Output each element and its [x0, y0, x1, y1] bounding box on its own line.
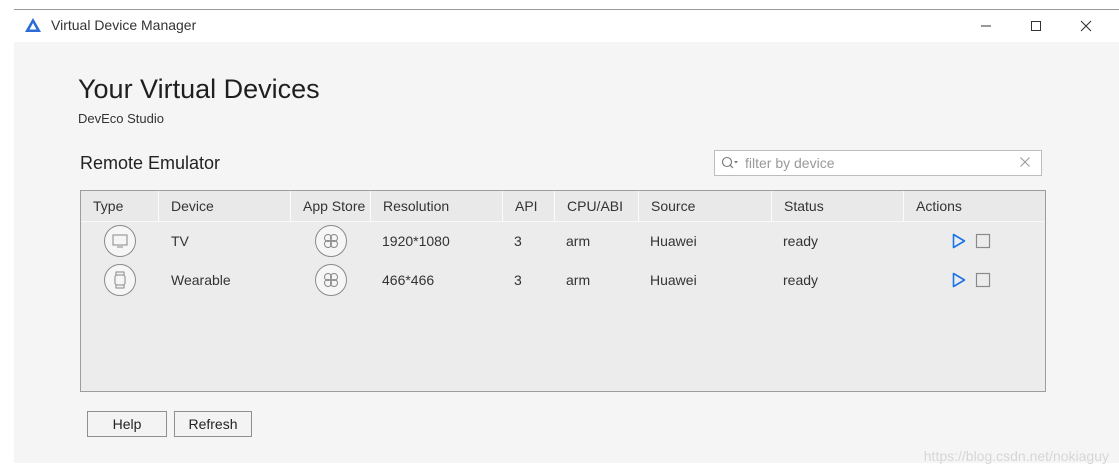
resolution: 1920*1080 — [382, 233, 450, 249]
status: ready — [783, 233, 819, 249]
device-name: Wearable — [171, 272, 231, 288]
device-table: Type Device App Store Resolution API CPU… — [80, 190, 1046, 392]
watch-icon — [114, 271, 126, 289]
minimize-icon — [981, 25, 991, 27]
column-header-resolution[interactable]: Resolution — [371, 191, 503, 221]
clear-filter-icon[interactable] — [1019, 156, 1031, 168]
device-type-badge — [104, 225, 136, 257]
cpu-abi: arm — [566, 272, 591, 288]
play-icon[interactable] — [952, 233, 966, 249]
column-header-type[interactable]: Type — [81, 191, 159, 221]
table-row[interactable]: Wearable 466*466 3 arm Huawei ready — [81, 261, 1045, 300]
minimize-button[interactable] — [963, 10, 1009, 42]
device-type-badge — [104, 264, 136, 296]
column-header-api[interactable]: API — [503, 191, 555, 221]
cpu-abi: arm — [566, 233, 591, 249]
play-icon[interactable] — [952, 272, 966, 288]
api-level: 3 — [514, 233, 522, 249]
search-icon — [721, 156, 738, 169]
watermark-text: https://blog.csdn.net/nokiaguy — [923, 448, 1109, 464]
column-header-device[interactable]: Device — [159, 191, 291, 221]
device-name: TV — [171, 233, 189, 249]
window-title: Virtual Device Manager — [51, 17, 197, 33]
column-header-source[interactable]: Source — [639, 191, 772, 221]
status: ready — [783, 272, 819, 288]
deveco-logo-icon — [25, 18, 41, 32]
refresh-button[interactable]: Refresh — [174, 411, 252, 437]
stop-icon[interactable] — [975, 233, 991, 249]
app-store-badge — [315, 225, 347, 257]
close-button[interactable] — [1063, 10, 1109, 42]
resolution: 466*466 — [382, 272, 435, 288]
column-header-cpu-abi[interactable]: CPU/ABI — [555, 191, 639, 221]
maximize-icon — [1031, 21, 1041, 31]
source: Huawei — [650, 233, 697, 249]
help-button[interactable]: Help — [87, 411, 167, 437]
app-store-icon — [324, 273, 338, 287]
api-level: 3 — [514, 272, 522, 288]
stop-icon[interactable] — [975, 272, 991, 288]
app-store-badge — [315, 264, 347, 296]
title-bar[interactable]: Virtual Device Manager — [14, 10, 1119, 42]
maximize-button[interactable] — [1013, 10, 1059, 42]
virtual-device-manager-window: Virtual Device Manager Your Virtual Devi… — [14, 9, 1119, 464]
page-subtitle: DevEco Studio — [78, 111, 164, 126]
close-icon — [1080, 20, 1092, 32]
app-store-icon — [324, 234, 338, 248]
page-title: Your Virtual Devices — [78, 74, 320, 104]
tv-icon — [112, 234, 128, 248]
table-row[interactable]: TV 1920*1080 3 arm Huawei ready — [81, 222, 1045, 261]
filter-box[interactable] — [714, 150, 1042, 176]
filter-input[interactable] — [745, 154, 1005, 172]
source: Huawei — [650, 272, 697, 288]
table-header: Type Device App Store Resolution API CPU… — [81, 191, 1045, 222]
column-header-status[interactable]: Status — [772, 191, 904, 221]
section-title: Remote Emulator — [80, 153, 221, 173]
column-header-app-store[interactable]: App Store — [291, 191, 371, 221]
column-header-actions[interactable]: Actions — [904, 191, 1045, 221]
